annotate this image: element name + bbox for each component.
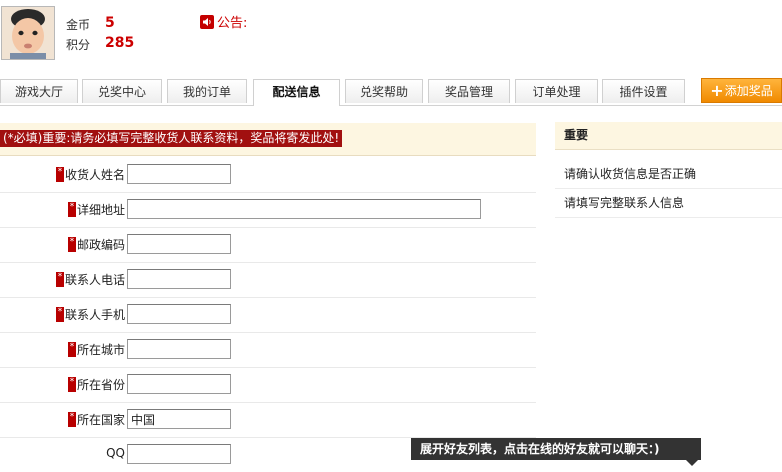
points-value: 285	[105, 35, 135, 51]
form-row-mobile: * 联系人手机	[0, 297, 536, 333]
field-label: 联系人电话	[64, 273, 125, 287]
tab-redeem-center[interactable]: 兑奖中心	[82, 79, 162, 103]
tab-order-processing[interactable]: 订单处理	[515, 79, 598, 103]
form-row-country: * 所在国家	[0, 402, 536, 438]
field-label: 收货人姓名	[64, 168, 125, 182]
tab-game-hall[interactable]: 游戏大厅	[0, 79, 78, 103]
avatar-image	[2, 7, 54, 59]
form-row-address: * 详细地址	[0, 192, 536, 228]
province-input[interactable]	[127, 374, 231, 394]
notice: 公告:	[200, 12, 247, 31]
form-row-province: * 所在省份	[0, 367, 536, 403]
country-input[interactable]	[127, 409, 231, 429]
tab-shipping-info[interactable]: 配送信息	[253, 79, 340, 106]
sidebar-tip: 请填写完整联系人信息	[555, 189, 782, 218]
field-label: QQ	[106, 446, 125, 460]
tab-bar: 游戏大厅 兑奖中心 我的订单 配送信息 兑奖帮助 奖品管理 订单处理 插件设置	[0, 79, 782, 106]
required-star-icon: *	[55, 167, 64, 182]
tooltip-arrow	[686, 460, 698, 466]
form-row-city: * 所在城市	[0, 332, 536, 368]
coins-label: 金币	[66, 18, 91, 32]
required-star-icon: *	[67, 342, 76, 357]
avatar[interactable]	[1, 6, 55, 60]
required-notice: (*必填)重要:请务必填写完整收货人联系资料，奖品将寄发此处!	[0, 130, 343, 147]
required-star-icon: *	[67, 377, 76, 392]
field-label: 所在省份	[76, 378, 125, 392]
required-star-icon: *	[55, 272, 64, 287]
field-label: 邮政编码	[76, 238, 125, 252]
required-notice-bar: (*必填)重要:请务必填写完整收货人联系资料，奖品将寄发此处!	[0, 123, 536, 156]
sidebar-tip: 请确认收货信息是否正确	[555, 160, 782, 189]
required-star-icon: *	[67, 412, 76, 427]
qq-input[interactable]	[127, 444, 231, 464]
add-prize-label: 添加奖品	[724, 84, 773, 98]
receiver-name-input[interactable]	[127, 164, 231, 184]
form-row-receiver-name: * 收货人姓名	[0, 157, 536, 193]
mobile-input[interactable]	[127, 304, 231, 324]
field-label: 详细地址	[76, 203, 125, 217]
plus-icon: +	[710, 80, 724, 100]
postcode-input[interactable]	[127, 234, 231, 254]
notice-label: 公告:	[217, 16, 248, 31]
address-input[interactable]	[127, 199, 481, 219]
field-label: 联系人手机	[64, 308, 125, 322]
city-input[interactable]	[127, 339, 231, 359]
field-label: 所在国家	[76, 413, 125, 427]
tab-prize-management[interactable]: 奖品管理	[428, 79, 510, 103]
friend-list-tooltip[interactable]: 展开好友列表，点击在线的好友就可以聊天：)	[411, 438, 701, 460]
field-label: 所在城市	[76, 343, 125, 357]
tab-my-orders[interactable]: 我的订单	[167, 79, 247, 103]
speaker-icon	[200, 14, 214, 29]
required-star-icon: *	[67, 237, 76, 252]
form-row-postcode: * 邮政编码	[0, 227, 536, 263]
tab-plugin-settings[interactable]: 插件设置	[602, 79, 685, 103]
tab-redeem-help[interactable]: 兑奖帮助	[345, 79, 423, 103]
form-row-phone: * 联系人电话	[0, 262, 536, 298]
phone-input[interactable]	[127, 269, 231, 289]
points-label: 积分	[66, 38, 91, 52]
required-star-icon: *	[55, 307, 64, 322]
coins-value: 5	[105, 15, 115, 31]
sidebar-title: 重要	[555, 122, 782, 150]
required-star-icon: *	[67, 202, 76, 217]
add-prize-button[interactable]: + 添加奖品	[701, 78, 782, 103]
